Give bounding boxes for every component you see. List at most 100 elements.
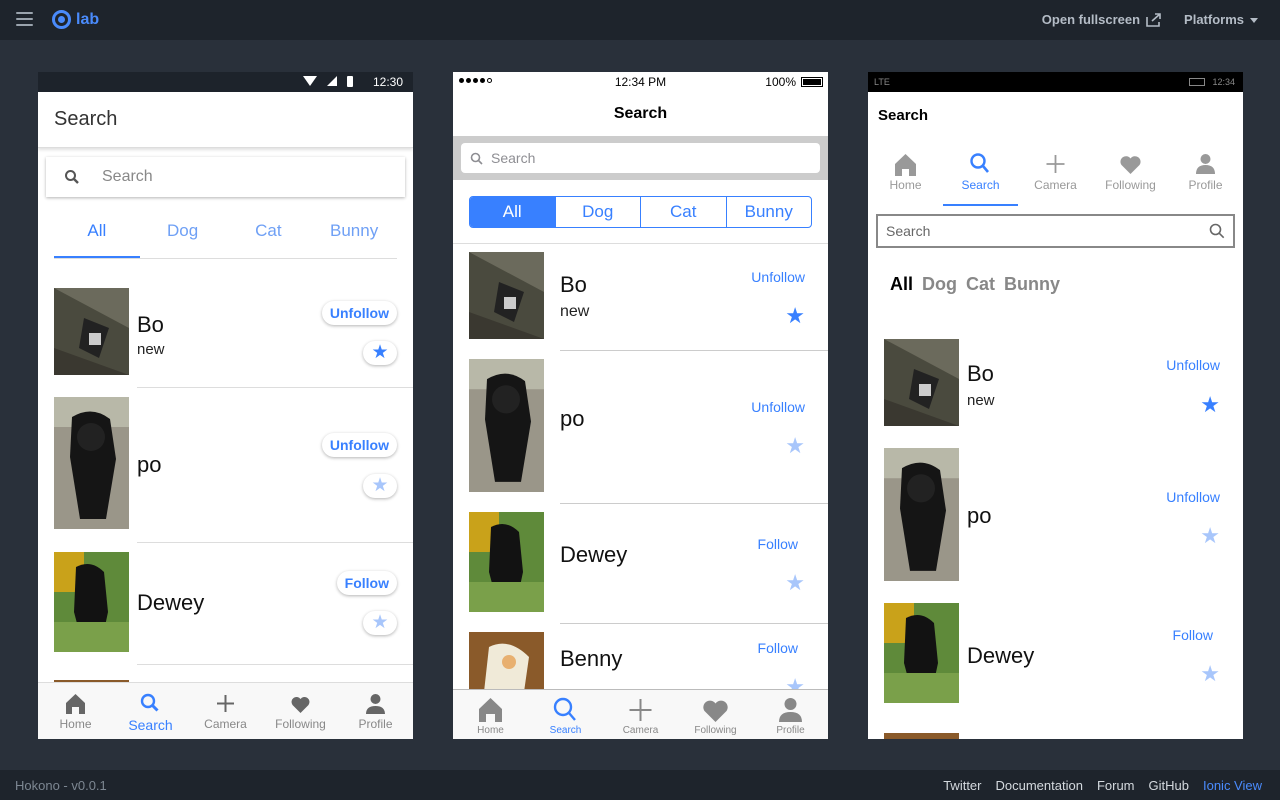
favorite-star-icon[interactable]: ★ [363,474,397,498]
tab-label: Following [694,725,737,736]
signal-icon [327,76,337,86]
segment-filter: All Dog Cat Bunny [469,196,812,228]
tab-profile[interactable]: Profile [338,683,413,739]
tab-search[interactable]: Search [943,138,1018,206]
unfollow-button[interactable]: Unfollow [751,399,805,415]
twitter-link[interactable]: Twitter [943,778,981,793]
platforms-dropdown[interactable]: Platforms [1184,12,1258,27]
follow-button[interactable]: Follow [336,571,397,595]
tab-label: Profile [776,725,805,736]
tab-bar: Home Search Camera Following Profile [868,138,1243,206]
favorite-star-icon[interactable]: ★ [785,570,805,596]
favorite-star-icon[interactable]: ★ [1200,661,1220,687]
pet-photo [884,603,959,703]
ionic-lab-logo[interactable]: lab [52,10,99,29]
favorite-star-icon[interactable]: ★ [785,433,805,459]
android-preview: 12:30 Search Search All Dog Cat Bunny Bo… [38,72,413,739]
search-input[interactable]: Search [461,143,820,173]
lab-footer: Hokono - v0.0.1 Twitter Documentation Fo… [0,770,1280,800]
search-placeholder: Search [102,168,153,185]
tab-label: Profile [1188,178,1223,192]
windows-preview: LTE 12:34 Search Home Search Camera Foll… [868,72,1243,739]
pet-photo [884,448,959,581]
tab-search[interactable]: Search [113,683,188,739]
forum-link[interactable]: Forum [1097,778,1135,793]
segment-bunny[interactable]: Bunny [1004,274,1060,295]
pet-list: Bo new Unfollow ★ po Unfollow ★ Dewey Fo… [868,333,1243,739]
unfollow-button[interactable]: Unfollow [1166,489,1220,505]
tab-label: Home [477,725,504,736]
android-status-bar: 12:30 [38,72,413,92]
lab-toolbar: lab Open fullscreen Platforms [0,0,1280,40]
plus-icon [629,699,652,721]
tab-home[interactable]: Home [453,690,528,739]
pet-name: Bo [137,312,164,337]
battery-icon [1189,78,1205,86]
ios-status-bar: 12:34 PM 100% [453,72,828,92]
segment-cat[interactable]: Cat [226,221,312,258]
status-time: 12:34 [1212,77,1235,87]
external-link-icon [1146,12,1161,27]
search-icon [970,153,989,173]
tab-search[interactable]: Search [528,690,603,739]
tab-following[interactable]: Following [263,683,338,739]
open-fullscreen-link[interactable]: Open fullscreen [1042,12,1162,27]
segment-dog[interactable]: Dog [140,221,226,258]
pet-name: po [560,406,585,431]
unfollow-button[interactable]: Unfollow [321,433,397,457]
favorite-star-icon[interactable]: ★ [785,303,805,329]
segment-cat[interactable]: Cat [640,197,726,227]
search-input[interactable]: Search [46,157,405,197]
segment-dog[interactable]: Dog [922,274,957,295]
favorite-star-icon[interactable]: ★ [1200,392,1220,418]
search-icon [553,697,576,721]
unfollow-button[interactable]: Unfollow [751,269,805,285]
search-icon [65,170,79,184]
favorite-star-icon[interactable]: ★ [363,341,397,365]
segment-bunny[interactable]: Bunny [725,197,812,227]
ionic-logo-icon [52,10,71,29]
search-icon [140,693,159,712]
tab-following[interactable]: Following [1093,138,1168,206]
favorite-star-icon[interactable]: ★ [1200,523,1220,549]
tab-label: Camera [622,725,659,736]
divider [560,350,828,351]
tab-profile[interactable]: Profile [753,690,828,739]
pet-name: po [137,452,162,477]
pet-list: Bo new Unfollow ★ po Unfollow ★ Dewey Fo… [38,288,413,682]
favorite-star-icon[interactable]: ★ [785,674,805,689]
menu-icon[interactable] [16,12,33,26]
search-input[interactable]: Search [876,214,1235,248]
segment-all[interactable]: All [470,197,555,227]
documentation-link[interactable]: Documentation [996,778,1083,793]
segment-dog[interactable]: Dog [554,197,641,227]
follow-button[interactable]: Follow [758,640,798,656]
tab-home[interactable]: Home [38,683,113,739]
segment-cat[interactable]: Cat [966,274,995,295]
person-icon [779,698,802,722]
pet-photo [884,733,959,739]
github-link[interactable]: GitHub [1149,778,1189,793]
tab-home[interactable]: Home [868,138,943,206]
favorite-star-icon[interactable]: ★ [363,611,397,635]
home-icon [66,694,85,714]
tab-camera[interactable]: Camera [603,690,678,739]
pet-photo [884,339,959,426]
ionic-view-link[interactable]: Ionic View [1203,778,1262,793]
pet-photo [54,552,129,652]
unfollow-button[interactable]: Unfollow [321,301,397,325]
divider [137,387,413,388]
tab-camera[interactable]: Camera [188,683,263,739]
follow-button[interactable]: Follow [1173,627,1213,643]
pet-subtitle: new [137,341,165,358]
tab-following[interactable]: Following [678,690,753,739]
tab-label: Camera [204,717,247,731]
unfollow-button[interactable]: Unfollow [1166,357,1220,373]
searchbar: Search [453,136,828,180]
segment-all[interactable]: All [890,274,913,295]
tab-camera[interactable]: Camera [1018,138,1093,206]
segment-all[interactable]: All [54,221,140,258]
segment-bunny[interactable]: Bunny [311,221,397,258]
tab-profile[interactable]: Profile [1168,138,1243,206]
follow-button[interactable]: Follow [758,536,798,552]
